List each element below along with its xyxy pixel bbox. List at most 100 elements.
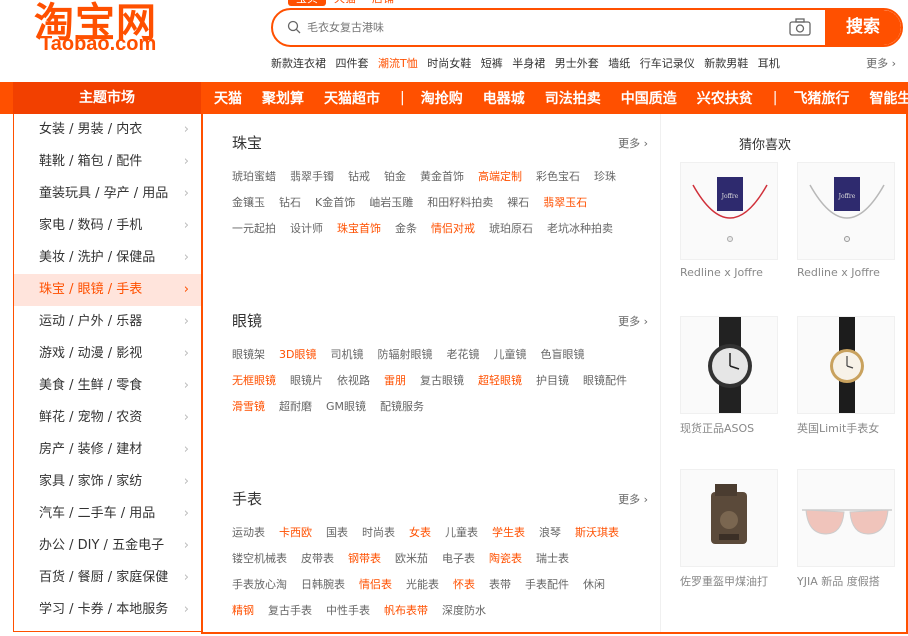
keyword-link[interactable]: 司机镜 [330,342,363,368]
keyword-link[interactable]: 手表放心淘 [232,572,287,598]
keyword-link[interactable]: 琥珀原石 [489,216,533,242]
nav-link-fliggy[interactable]: 飞猪旅行 [793,88,849,108]
search-button[interactable]: 搜索 [825,10,901,45]
category-item[interactable]: 美妆 / 洗护 / 保健品 › [14,242,201,274]
nav-link-tmall[interactable]: 天猫 [214,88,242,108]
category-item[interactable]: 学习 / 卡券 / 本地服务 › [14,594,201,626]
keyword-link[interactable]: 翡翠手镯 [290,164,334,190]
product-card[interactable]: Joffre Redline x Joffre [797,162,895,279]
keyword-link[interactable]: 卡西欧 [279,520,312,546]
search-tab-tmall[interactable]: 天猫 [326,0,364,6]
keyword-link[interactable]: 皮带表 [301,546,334,572]
keyword-link[interactable]: 深度防水 [442,598,486,624]
hot-more-link[interactable]: 更多 › [866,55,896,71]
keyword-link[interactable]: 情侣表 [359,572,392,598]
bracelet-silver-image[interactable]: Joffre [797,162,895,260]
keyword-link[interactable]: 精钢 [232,598,254,624]
keyword-link[interactable]: 琥珀蜜蜡 [232,164,276,190]
hot-keyword[interactable]: 墙纸 [608,57,630,70]
section-title[interactable]: 珠宝 [232,132,648,154]
keyword-link[interactable]: 眼镜片 [290,368,323,394]
nav-link-appliance-city[interactable]: 电器城 [483,88,525,108]
keyword-link[interactable]: 翡翠玉石 [543,190,587,216]
keyword-link[interactable]: 珍珠 [594,164,616,190]
nav-link-rural-aid[interactable]: 兴农扶贫 [697,88,753,108]
nav-link-taoqianggou[interactable]: 淘抢购 [421,88,463,108]
product-card[interactable]: 英国Limit手表女 [797,316,895,436]
keyword-link[interactable]: 帆布表带 [384,598,428,624]
sunglasses-image[interactable] [797,469,895,567]
category-item[interactable]: 办公 / DIY / 五金电子 › [14,530,201,562]
camera-icon[interactable] [789,18,811,36]
search-tab-shops[interactable]: 店铺 [364,0,402,6]
hot-keyword[interactable]: 耳机 [758,57,780,70]
keyword-link[interactable]: 金镶玉 [232,190,265,216]
keyword-link[interactable]: 儿童镜 [493,342,526,368]
keyword-link[interactable]: 眼镜架 [232,342,265,368]
keyword-link[interactable]: 国表 [326,520,348,546]
search-tab-items[interactable]: 宝贝 [288,0,326,6]
keyword-link[interactable]: 设计师 [290,216,323,242]
category-item[interactable]: 汽车 / 二手车 / 用品 › [14,498,201,530]
nav-link-tmall-supermarket[interactable]: 天猫超市 [324,88,380,108]
keyword-link[interactable]: 老坑冰种拍卖 [547,216,613,242]
keyword-link[interactable]: 光能表 [406,572,439,598]
keyword-link[interactable]: 高端定制 [478,164,522,190]
keyword-link[interactable]: 超轻眼镜 [478,368,522,394]
keyword-link[interactable]: 雷朋 [384,368,406,394]
section-more-link[interactable]: 更多 › [618,491,648,507]
hot-keyword[interactable]: 半身裙 [512,57,545,70]
keyword-link[interactable]: 表带 [489,572,511,598]
keyword-link[interactable]: K金首饰 [315,190,355,216]
nav-link-china-made[interactable]: 中国质造 [621,88,677,108]
keyword-link[interactable]: 超耐磨 [279,394,312,420]
lighter-image[interactable] [680,469,778,567]
category-item[interactable]: 美食 / 生鲜 / 零食 › [14,370,201,402]
watch-gold-image[interactable] [797,316,895,414]
category-item[interactable]: 游戏 / 动漫 / 影视 › [14,338,201,370]
section-more-link[interactable]: 更多 › [618,313,648,329]
keyword-link[interactable]: 学生表 [492,520,525,546]
keyword-link[interactable]: GM眼镜 [326,394,366,420]
keyword-link[interactable]: 色盲眼镜 [540,342,584,368]
taobao-logo[interactable]: 淘宝网 Taobao.com [34,0,184,56]
bracelet-red-image[interactable]: Joffre [680,162,778,260]
keyword-link[interactable]: 钻石 [279,190,301,216]
keyword-link[interactable]: 浪琴 [539,520,561,546]
keyword-link[interactable]: 岫岩玉雕 [369,190,413,216]
hot-keyword[interactable]: 行车记录仪 [640,57,695,70]
keyword-link[interactable]: 滑雪镜 [232,394,265,420]
keyword-link[interactable]: 斯沃琪表 [575,520,619,546]
category-item[interactable]: 百货 / 餐厨 / 家庭保健 › [14,562,201,594]
keyword-link[interactable]: 无框眼镜 [232,368,276,394]
keyword-link[interactable]: 情侣对戒 [431,216,475,242]
keyword-link[interactable]: 3D眼镜 [279,342,316,368]
keyword-link[interactable]: 复古眼镜 [420,368,464,394]
search-input[interactable] [307,10,777,45]
keyword-link[interactable]: 配镜服务 [380,394,424,420]
category-item-active[interactable]: 珠宝 / 眼镜 / 手表 › [14,274,201,306]
hot-keyword[interactable]: 四件套 [336,57,369,70]
keyword-link[interactable]: 女表 [409,520,431,546]
category-item[interactable]: 鞋靴 / 箱包 / 配件 › [14,146,201,178]
category-item[interactable]: 运动 / 户外 / 乐器 › [14,306,201,338]
keyword-link[interactable]: 儿童表 [445,520,478,546]
category-item[interactable]: 家具 / 家饰 / 家纺 › [14,466,201,498]
nav-link-smart-life[interactable]: 智能生 [869,88,908,108]
keyword-link[interactable]: 手表配件 [525,572,569,598]
keyword-link[interactable]: 休闲 [583,572,605,598]
keyword-link[interactable]: 老花镜 [446,342,479,368]
hot-keyword[interactable]: 时尚女鞋 [427,57,471,70]
hot-keyword[interactable]: 男士外套 [555,57,599,70]
nav-link-judicial-auction[interactable]: 司法拍卖 [545,88,601,108]
keyword-link[interactable]: 陶瓷表 [489,546,522,572]
product-card[interactable]: YJIA 新品 度假搭 [797,469,895,589]
keyword-link[interactable]: 欧米茄 [395,546,428,572]
keyword-link[interactable]: 珠宝首饰 [337,216,381,242]
keyword-link[interactable]: 金条 [395,216,417,242]
category-item[interactable]: 鲜花 / 宠物 / 农资 › [14,402,201,434]
keyword-link[interactable]: 和田籽料拍卖 [427,190,493,216]
category-item[interactable]: 家电 / 数码 / 手机 › [14,210,201,242]
keyword-link[interactable]: 钢带表 [348,546,381,572]
category-item[interactable]: 女装 / 男装 / 内衣 › [14,114,201,146]
